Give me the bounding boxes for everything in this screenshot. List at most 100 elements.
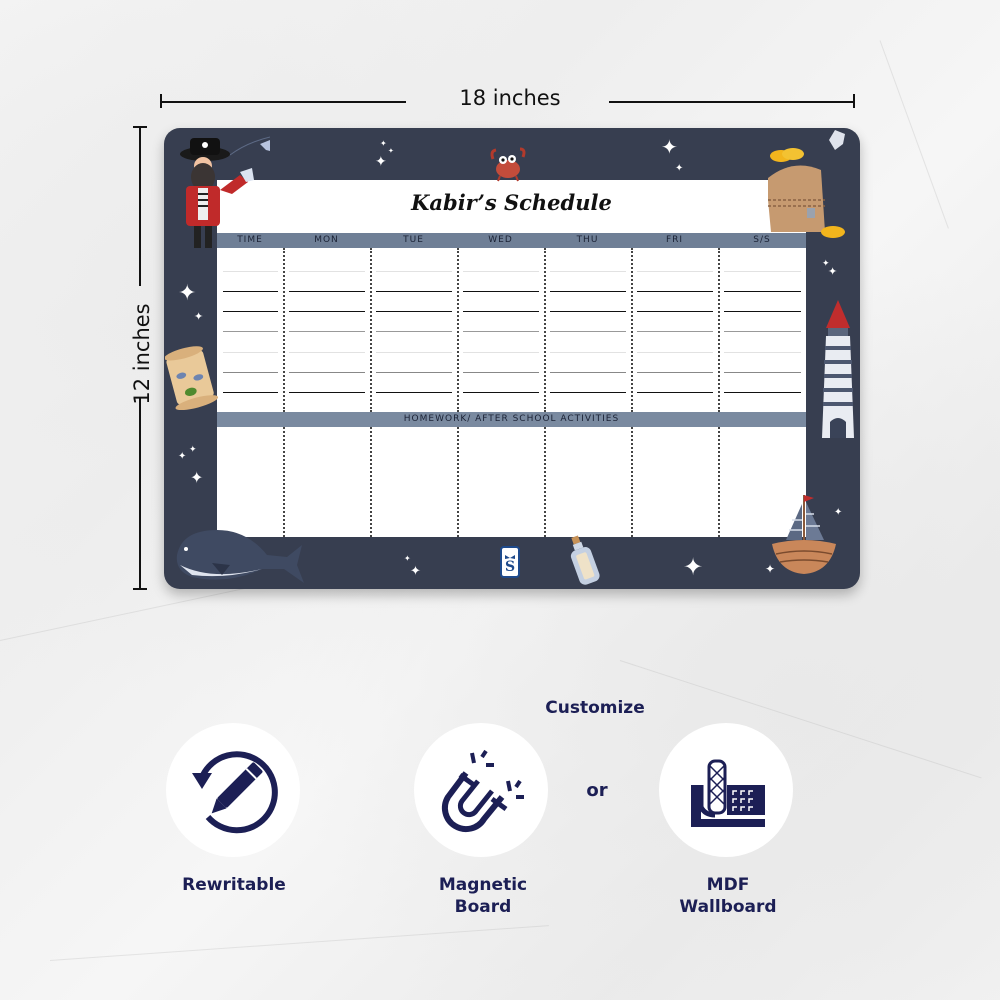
- column-header-fri: FRI: [665, 235, 684, 245]
- column-header-row: TIME MON TUE WED THU FRI S/S: [217, 233, 806, 248]
- writing-line: [289, 352, 365, 353]
- writing-line: [223, 311, 278, 312]
- writing-line: [463, 291, 539, 292]
- column-divider: [544, 248, 546, 412]
- writing-line: [463, 352, 539, 353]
- sparkle-icon: ✦: [178, 281, 197, 306]
- treasure-chest-illustration: [768, 130, 845, 238]
- writing-line: [724, 392, 801, 393]
- writing-line: [463, 372, 539, 373]
- writing-line: [550, 331, 626, 332]
- rewrite-pencil-icon: [192, 751, 278, 834]
- writing-line: [223, 392, 278, 393]
- marble-vein: [879, 40, 949, 229]
- sailboat-illustration: [772, 495, 836, 574]
- sparkle-icon: ✦: [189, 445, 197, 455]
- magnet-icon: [441, 749, 524, 833]
- column-divider: [283, 427, 285, 537]
- writing-line: [550, 291, 626, 292]
- feature-mdf-label: MDF Wallboard: [679, 875, 777, 917]
- writing-line: [724, 311, 801, 312]
- column-header-thu: THU: [576, 235, 599, 245]
- feature-mdf: [659, 723, 793, 857]
- writing-line: [637, 372, 713, 373]
- schedule-title: Kabir’s Schedule: [411, 190, 612, 215]
- column-divider: [370, 427, 372, 537]
- column-header-tue: TUE: [403, 235, 424, 245]
- writing-line: [724, 271, 801, 272]
- column-divider: [718, 248, 720, 412]
- whale-illustration: [176, 530, 304, 583]
- mdf-wallboard-icon: [691, 759, 765, 827]
- or-label: or: [586, 780, 608, 801]
- writing-line: [724, 372, 801, 373]
- writing-line: [223, 291, 278, 292]
- writing-line: [376, 271, 452, 272]
- column-header-mon: MON: [314, 235, 339, 245]
- sparkle-icon: ✦: [375, 154, 387, 170]
- column-divider: [457, 248, 459, 412]
- writing-line: [724, 291, 801, 292]
- column-divider: [631, 427, 633, 537]
- sparkle-icon: ✦: [675, 163, 684, 174]
- sparkle-icon: ✦: [190, 468, 204, 487]
- writing-line: [637, 271, 713, 272]
- writing-line: [376, 291, 452, 292]
- feature-rewritable: [166, 723, 300, 857]
- column-divider: [370, 248, 372, 412]
- pirate-illustration: [180, 136, 270, 248]
- column-divider: [283, 248, 285, 412]
- writing-line: [376, 392, 452, 393]
- writing-line: [289, 331, 365, 332]
- sparkle-icon: ✦: [178, 451, 187, 462]
- width-label: 18 inches: [459, 86, 561, 110]
- writing-line: [637, 291, 713, 292]
- marble-vein: [49, 925, 549, 961]
- writing-line: [223, 271, 278, 272]
- homework-section-header: HOMEWORK/ AFTER SCHOOL ACTIVITIES: [217, 412, 806, 427]
- brand-logo-icon: S: [500, 546, 520, 578]
- customize-label: Customize: [545, 698, 645, 718]
- column-header-wed: WED: [488, 235, 513, 245]
- svg-text:S: S: [505, 559, 515, 575]
- treasure-map-illustration: [165, 346, 219, 410]
- feature-magnetic-label: Magnetic Board: [438, 875, 528, 917]
- writing-line: [289, 311, 365, 312]
- sparkle-icon: ✦: [194, 310, 204, 323]
- writing-line: [376, 372, 452, 373]
- writing-line: [724, 352, 801, 353]
- writing-line: [550, 372, 626, 373]
- writing-line: [637, 392, 713, 393]
- writing-line: [550, 352, 626, 353]
- sparkle-icon: ✦: [380, 139, 387, 148]
- sparkle-icon: ✦: [661, 135, 678, 159]
- writing-line: [289, 291, 365, 292]
- writing-line: [223, 352, 278, 353]
- column-divider: [457, 427, 459, 537]
- crab-illustration: [490, 147, 526, 182]
- writing-line: [550, 392, 626, 393]
- writing-line: [637, 311, 713, 312]
- height-label: 12 inches: [130, 303, 154, 405]
- writing-line: [463, 271, 539, 272]
- column-divider: [544, 427, 546, 537]
- writing-line: [637, 331, 713, 332]
- writing-line: [289, 271, 365, 272]
- writing-line: [223, 331, 278, 332]
- writing-line: [463, 392, 539, 393]
- writing-line: [463, 311, 539, 312]
- writing-line: [376, 331, 452, 332]
- writing-line: [289, 392, 365, 393]
- feature-magnetic: [414, 723, 548, 857]
- sparkle-icon: ✦: [683, 553, 704, 581]
- writing-line: [724, 331, 801, 332]
- writing-line: [637, 352, 713, 353]
- sparkle-icon: ✦: [388, 147, 394, 155]
- message-bottle-illustration: [570, 535, 600, 585]
- writing-line: [463, 331, 539, 332]
- column-divider: [631, 248, 633, 412]
- writing-line: [376, 311, 452, 312]
- feature-rewritable-label: Rewritable: [182, 875, 286, 895]
- writing-line: [223, 372, 278, 373]
- sparkle-icon: ✦: [404, 554, 411, 563]
